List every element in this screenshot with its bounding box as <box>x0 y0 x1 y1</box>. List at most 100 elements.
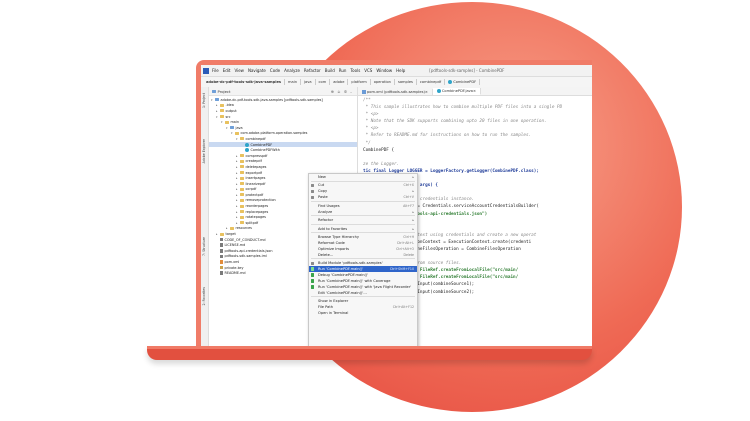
menu-item-analyze[interactable]: Analyze <box>284 68 300 73</box>
breadcrumb-item[interactable]: adobe <box>330 79 349 85</box>
context-menu-item[interactable]: New ▸ <box>309 174 417 180</box>
menu-item-code[interactable]: Code <box>270 68 280 73</box>
breadcrumb-item[interactable]: samples <box>395 79 417 85</box>
tree-item-label: CombinePDF <box>250 142 273 147</box>
submenu-arrow-icon: ▸ <box>412 189 414 194</box>
tool-window-strip: 1: Project Adobe Explorer 7: Structure 2: F… <box>201 87 209 346</box>
context-menu-item[interactable]: Add to Favorites ▸ <box>309 226 417 232</box>
editor-tabs: pom.xml (pdftools-sdk-samples) × CombineP… <box>358 87 592 96</box>
context-menu: New ▸ Cut Ctrl+X Copy ▸ Paste Ctrl+V Find Usages… <box>308 173 418 346</box>
tree-item-label: output <box>225 108 237 113</box>
file-icon <box>220 254 223 259</box>
close-icon[interactable]: × <box>425 90 428 94</box>
context-menu-item-label: Show in Explorer <box>318 299 349 304</box>
menu-action-icon <box>311 183 315 188</box>
tree-item-label: pom.xml <box>224 260 240 265</box>
folder-icon <box>225 120 229 124</box>
tree-item-label: removeprotection <box>245 198 276 203</box>
folder-icon <box>240 159 244 163</box>
file-icon <box>220 243 223 247</box>
context-menu-item[interactable]: Edit 'CombinePDF.main()'... <box>309 290 417 296</box>
context-menu-item[interactable]: Paste Ctrl+V <box>309 194 417 200</box>
menu-item-run[interactable]: Run <box>339 68 347 73</box>
xml-icon <box>220 260 223 264</box>
breadcrumb-item[interactable]: main <box>285 79 302 85</box>
file-icon <box>220 271 223 275</box>
tool-window-button[interactable]: 1: Project <box>202 93 206 108</box>
tree-item-label: rotatepages <box>245 215 266 220</box>
folder-icon <box>240 137 244 141</box>
folder-icon <box>220 232 224 236</box>
breadcrumb-item[interactable]: combinepdf <box>417 79 446 85</box>
context-menu-item[interactable]: Refactor ▸ <box>309 217 417 223</box>
context-menu-item-label: Edit 'CombinePDF.main()'... <box>318 290 367 295</box>
context-menu-item-label: Copy <box>318 189 328 194</box>
context-menu-item-label: Delete... <box>318 252 334 257</box>
project-icon <box>212 89 216 93</box>
folder-icon <box>240 221 244 225</box>
shortcut-label: Ctrl+H <box>403 235 414 240</box>
menu-item-window[interactable]: Window <box>376 68 392 73</box>
tree-item-label: private.key <box>224 265 244 270</box>
intellij-logo-icon <box>203 67 209 74</box>
breadcrumb-item[interactable]: adobe-dc-pdf-tools-sdk-java-samples <box>203 79 286 85</box>
breadcrumb-item[interactable]: com <box>316 79 331 85</box>
tool-window-button[interactable]: Adobe Explorer <box>202 139 206 163</box>
menu-item-refactor[interactable]: Refactor <box>304 68 321 73</box>
folder-icon <box>220 109 224 113</box>
context-menu-item[interactable]: Delete... Delete <box>309 252 417 258</box>
panel-tools-icon[interactable]: ⊕ ≑ ✲ – <box>331 89 353 94</box>
tree-item-label: adobe-dc-pdf-tools-sdk-java-samples [pdf… <box>220 97 323 102</box>
run-icon <box>311 279 315 283</box>
breadcrumb-item[interactable]: platform <box>348 79 371 85</box>
project-panel-title[interactable]: Project <box>218 89 231 94</box>
context-menu-item-label: Run 'CombinePDF.main()' with 'Java Fligh… <box>318 284 412 289</box>
project-panel-header: Project ⊕ ≑ ✲ – <box>209 87 357 96</box>
breadcrumb-item[interactable]: operation <box>371 79 395 85</box>
run-icon <box>311 285 315 289</box>
context-menu-item-label: Run 'CombinePDF.main()' <box>318 267 364 272</box>
folder-icon <box>240 193 244 197</box>
tree-item-label: compresspdf <box>245 153 268 158</box>
editor-tab-label: pom.xml (pdftools-sdk-samples) <box>367 90 425 94</box>
context-menu-item-label: Debug 'CombinePDF.main()' <box>318 272 369 277</box>
tree-item-label: combinepdf <box>245 136 266 141</box>
menu-item-view[interactable]: View <box>234 68 244 73</box>
context-menu-item[interactable]: Analyze ▸ <box>309 209 417 215</box>
breadcrumb-item[interactable]: java <box>301 79 316 85</box>
tree-item-label: exportpdf <box>245 170 262 175</box>
menu-item-tools[interactable]: Tools <box>350 68 360 73</box>
tool-window-button[interactable]: 7: Structure <box>202 237 206 256</box>
editor-tab[interactable]: pom.xml (pdftools-sdk-samples) × <box>358 89 433 95</box>
folder-icon <box>240 198 244 202</box>
code-line: ze the Logger. <box>363 161 400 167</box>
editor-tab-label: CombinePDF.java <box>441 89 473 93</box>
folder-icon <box>240 204 244 208</box>
menu-bar: File Edit View Navigate Code Analyze Refactor B… <box>201 65 592 77</box>
tool-window-button[interactable]: 2: Favorites <box>202 287 206 306</box>
menu-item-vcs[interactable]: VCS <box>364 68 372 73</box>
folder-blue-icon <box>215 98 219 102</box>
file-icon <box>220 249 223 253</box>
breadcrumb-file[interactable]: CombinePDF <box>445 79 481 85</box>
submenu-arrow-icon: ▸ <box>412 209 414 214</box>
editor-tab[interactable]: CombinePDF.java × <box>432 88 482 95</box>
context-menu-item-label: Paste <box>318 195 328 200</box>
menu-item-file[interactable]: File <box>212 68 219 73</box>
close-icon[interactable]: × <box>473 89 476 93</box>
code-line: * Refer to README.md for instructions on… <box>363 133 532 139</box>
breadcrumb-file-label: CombinePDF <box>453 80 477 84</box>
context-menu-item-label: Find Usages <box>318 203 340 208</box>
ide-window: File Edit View Navigate Code Analyze Refactor B… <box>201 65 592 346</box>
menu-item-build[interactable]: Build <box>325 68 335 73</box>
menu-item-help[interactable]: Help <box>396 68 405 73</box>
laptop-screen: File Edit View Navigate Code Analyze Refactor B… <box>196 60 592 346</box>
file-icon <box>220 237 223 242</box>
menu-item-edit[interactable]: Edit <box>223 68 231 73</box>
folder-icon <box>240 165 244 169</box>
menu-item-navigate[interactable]: Navigate <box>248 68 266 73</box>
context-menu-item-label: Browse Type Hierarchy <box>318 235 359 240</box>
context-menu-item[interactable]: Open in Terminal <box>309 310 417 316</box>
tree-item-label: linearizepdf <box>245 181 266 186</box>
